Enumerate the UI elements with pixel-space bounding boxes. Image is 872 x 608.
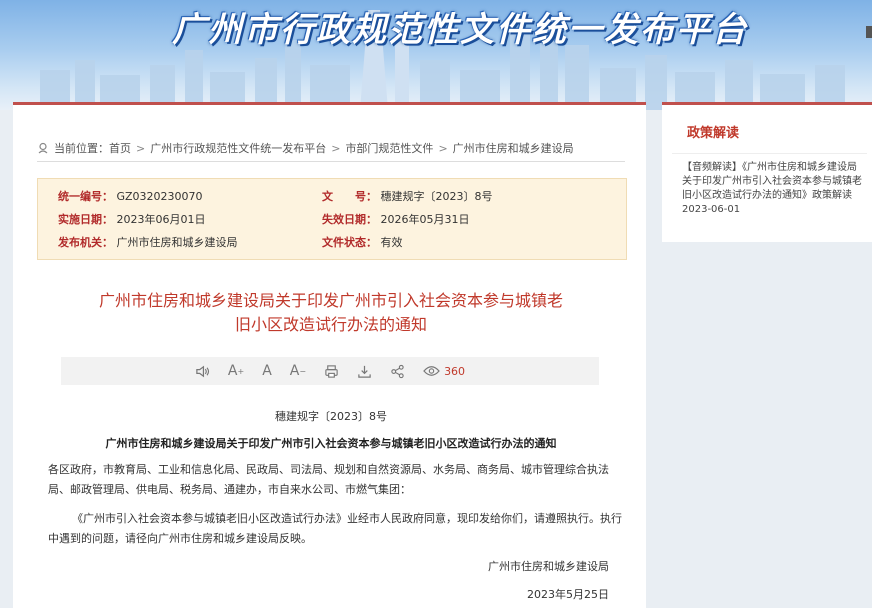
meta-docno-label: 文 号： xyxy=(322,190,377,203)
breadcrumb-separator: > xyxy=(331,141,341,155)
sidebar-title: 政策解读 xyxy=(687,126,740,141)
meta-issuer: 发布机关： 广州市住房和城乡建设局 xyxy=(58,234,238,250)
meta-status-value: 有效 xyxy=(380,236,403,249)
meta-expire-date: 失效日期： 2026年05月31日 xyxy=(322,211,470,227)
signature-issuer: 广州市住房和城乡建设局 xyxy=(488,560,609,573)
eye-icon xyxy=(423,366,440,376)
meta-impl-value: 2023年06月01日 xyxy=(116,213,206,226)
meta-docno: 文 号： 穗建规字〔2023〕8号 xyxy=(322,188,493,204)
breadcrumb-separator: > xyxy=(438,141,448,155)
font-increase-icon[interactable]: A + xyxy=(228,361,244,381)
document-subtitle: 广州市住房和城乡建设局关于印发广州市引入社会资本参与城镇老旧小区改造试行办法的通… xyxy=(105,437,557,450)
font-normal-icon[interactable]: A xyxy=(262,361,272,381)
meta-issuer-value: 广州市住房和城乡建设局 xyxy=(116,236,238,249)
download-icon[interactable] xyxy=(357,361,372,381)
policy-interpretation-panel: 政策解读 【音频解读】《广州市住房和城乡建设局关于印发广州市引入社会资本参与城镇… xyxy=(662,102,872,242)
document-title-line1: 广州市住房和城乡建设局关于印发广州市引入社会资本参与城镇老 xyxy=(98,291,563,310)
meta-issuer-label: 发布机关： xyxy=(58,236,113,249)
breadcrumb-department-docs[interactable]: 市部门规范性文件 xyxy=(345,140,433,156)
breadcrumb-platform[interactable]: 广州市行政规范性文件统一发布平台 xyxy=(150,140,326,156)
meta-code-value: GZ0320230070 xyxy=(116,190,203,203)
meta-expire-value: 2026年05月31日 xyxy=(380,213,470,226)
breadcrumb-home[interactable]: 首页 xyxy=(109,140,131,156)
breadcrumb-bureau[interactable]: 广州市住房和城乡建设局 xyxy=(453,140,574,156)
location-icon xyxy=(38,142,48,154)
meta-impl-label: 实施日期： xyxy=(58,213,113,226)
meta-status-label: 文件状态： xyxy=(322,236,377,249)
body-paragraph-content: 《广州市引入社会资本参与城镇老旧小区改造试行办法》业经市人民政府同意，现印发给你… xyxy=(48,512,622,545)
document-title: 广州市住房和城乡建设局关于印发广州市引入社会资本参与城镇老 旧小区改造试行办法的… xyxy=(37,289,625,337)
view-count: 360 xyxy=(423,365,465,378)
document-number: 穗建规字〔2023〕8号 xyxy=(275,410,387,423)
meta-impl-date: 实施日期： 2023年06月01日 xyxy=(58,211,206,227)
breadcrumb-divider xyxy=(37,161,625,162)
breadcrumb-separator: > xyxy=(136,141,146,155)
document-title-line2: 旧小区改造试行办法的通知 xyxy=(234,315,427,334)
body-paragraph-recipients: 各区政府，市教育局、工业和信息化局、民政局、司法局、规划和自然资源局、水务局、商… xyxy=(48,463,609,496)
view-count-value: 360 xyxy=(444,364,466,378)
meta-status: 文件状态： 有效 xyxy=(322,234,403,250)
document-panel: 当前位置： 首页 > 广州市行政规范性文件统一发布平台 > 市部门规范性文件 >… xyxy=(13,102,646,608)
meta-code: 统一编号： GZ0320230070 xyxy=(58,188,203,204)
speaker-icon[interactable] xyxy=(195,361,210,381)
breadcrumb-prefix: 当前位置： xyxy=(54,142,109,155)
meta-code-label: 统一编号： xyxy=(58,190,113,203)
font-decrease-icon[interactable]: A − xyxy=(290,361,306,381)
sidebar-item-audio-interpretation[interactable]: 【音频解读】《广州市住房和城乡建设局关于印发广州市引入社会资本参与城镇老旧小区改… xyxy=(682,161,862,217)
breadcrumb: 当前位置： 首页 > 广州市行政规范性文件统一发布平台 > 市部门规范性文件 >… xyxy=(37,140,574,156)
document-metadata: 统一编号： GZ0320230070 文 号： 穗建规字〔2023〕8号 实施日… xyxy=(37,178,627,260)
print-icon[interactable] xyxy=(324,361,339,381)
site-banner: 广州市行政规范性文件统一发布平台 xyxy=(0,0,872,110)
meta-expire-label: 失效日期： xyxy=(322,213,377,226)
document-toolbar: A + A A − 360 xyxy=(61,357,599,385)
meta-docno-value: 穗建规字〔2023〕8号 xyxy=(380,190,493,203)
share-icon[interactable] xyxy=(390,361,405,381)
banner-corner-mark xyxy=(866,26,872,38)
site-title: 广州市行政规范性文件统一发布平台 xyxy=(172,10,748,50)
sidebar-divider xyxy=(672,153,867,154)
signature-date: 2023年5月25日 xyxy=(527,588,609,601)
